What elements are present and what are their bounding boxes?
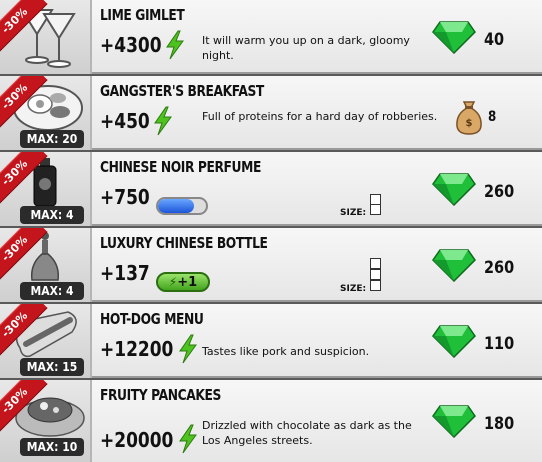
item-energy-value: +137 bbox=[100, 261, 150, 285]
item-energy-value: +12200 bbox=[100, 337, 174, 361]
discount-ribbon: -30% bbox=[0, 152, 48, 206]
energy-bolt-icon bbox=[179, 334, 197, 364]
item-description: It will warm you up on a dark, gloomy ni… bbox=[202, 34, 410, 62]
item-price: 260 bbox=[484, 182, 515, 202]
item-title: LIME GIMLET bbox=[100, 6, 185, 24]
item-title: HOT-DOG MENU bbox=[100, 310, 204, 328]
energy-bar-fill bbox=[158, 199, 194, 213]
item-title: LUXURY CHINESE BOTTLE bbox=[100, 234, 268, 252]
item-energy-value: +4300 bbox=[100, 33, 162, 57]
item-energy-value: +20000 bbox=[100, 428, 174, 452]
item-price: 8 bbox=[488, 109, 497, 125]
discount-ribbon: -30% bbox=[0, 0, 48, 54]
energy-bonus-pill: ⚡+1 bbox=[156, 272, 210, 292]
max-quantity-badge: MAX: 10 bbox=[20, 438, 84, 456]
shop-item[interactable]: -30% MAX: 20 GANGSTER'S BREAKFAST +450 F… bbox=[0, 76, 542, 150]
item-title: CHINESE NOIR PERFUME bbox=[100, 158, 261, 176]
money-bag-icon: $ bbox=[456, 101, 482, 135]
item-description: Drizzled with chocolate as dark as the L… bbox=[202, 419, 412, 447]
gem-icon bbox=[432, 21, 476, 54]
shop-item[interactable]: -30% MAX: 15 HOT-DOG MENU +12200 Tastes … bbox=[0, 304, 542, 378]
gem-icon bbox=[432, 249, 476, 282]
discount-ribbon: -30% bbox=[0, 380, 48, 434]
item-price: 110 bbox=[484, 334, 515, 354]
item-energy-value: +750 bbox=[100, 185, 150, 209]
gem-icon bbox=[432, 325, 476, 358]
max-quantity-badge: MAX: 20 bbox=[20, 130, 84, 148]
item-price: 180 bbox=[484, 414, 515, 434]
shop-item-list: -30% LIME GIMLET +4300 It will warm you … bbox=[0, 0, 542, 462]
discount-ribbon: -30% bbox=[0, 304, 48, 358]
max-quantity-badge: MAX: 15 bbox=[20, 358, 84, 376]
item-thumbnail: -30% MAX: 4 bbox=[0, 152, 92, 226]
item-price: 260 bbox=[484, 258, 515, 278]
size-slot bbox=[370, 269, 381, 280]
energy-bolt-icon bbox=[179, 424, 197, 454]
max-quantity-badge: MAX: 4 bbox=[20, 206, 84, 224]
item-thumbnail: -30% MAX: 4 bbox=[0, 228, 92, 302]
item-description: Tastes like pork and suspicion. bbox=[202, 345, 370, 358]
item-thumbnail: -30% MAX: 15 bbox=[0, 304, 92, 378]
size-label: SIZE: bbox=[340, 208, 367, 218]
shop-item[interactable]: -30% LIME GIMLET +4300 It will warm you … bbox=[0, 0, 542, 74]
item-title: GANGSTER'S BREAKFAST bbox=[100, 82, 264, 100]
size-label: SIZE: bbox=[340, 284, 367, 294]
max-quantity-badge: MAX: 4 bbox=[20, 282, 84, 300]
energy-bolt-icon bbox=[154, 106, 172, 136]
size-slot bbox=[370, 280, 381, 291]
gem-icon bbox=[432, 405, 476, 438]
svg-text:$: $ bbox=[466, 118, 473, 129]
discount-ribbon: -30% bbox=[0, 228, 48, 282]
gem-icon bbox=[432, 173, 476, 206]
shop-item[interactable]: -30% MAX: 4 LUXURY CHINESE BOTTLE +137 ⚡… bbox=[0, 228, 542, 302]
shop-item[interactable]: -30% MAX: 4 CHINESE NOIR PERFUME +750 SI… bbox=[0, 152, 542, 226]
item-energy-value: +450 bbox=[100, 109, 150, 133]
shop-item[interactable]: -30% MAX: 10 FRUITY PANCAKES +20000 Driz… bbox=[0, 380, 542, 462]
item-title: FRUITY PANCAKES bbox=[100, 386, 221, 404]
discount-ribbon: -30% bbox=[0, 76, 48, 130]
size-slot bbox=[370, 258, 381, 269]
item-thumbnail: -30% MAX: 20 bbox=[0, 76, 92, 150]
energy-bolt-icon bbox=[166, 30, 184, 60]
energy-bar bbox=[156, 197, 208, 215]
item-price: 40 bbox=[484, 30, 505, 50]
item-description: Full of proteins for a hard day of robbe… bbox=[202, 110, 438, 123]
energy-bonus-label: +1 bbox=[177, 275, 198, 290]
size-slot bbox=[370, 204, 381, 215]
item-thumbnail: -30% bbox=[0, 0, 92, 74]
item-thumbnail: -30% MAX: 10 bbox=[0, 380, 92, 462]
